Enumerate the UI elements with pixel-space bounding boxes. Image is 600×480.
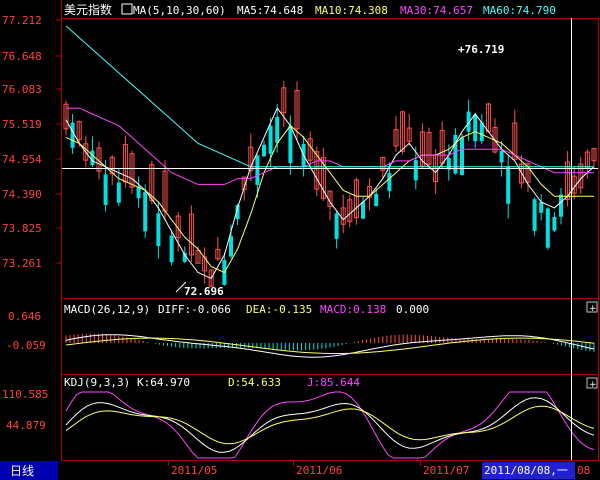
candle-body: [552, 217, 557, 231]
high-marker: +76.719: [458, 43, 504, 56]
y-tick-label: 73.261: [2, 257, 42, 270]
kdj-k-line: [65, 397, 595, 453]
y-tick-label: 74.954: [2, 153, 42, 166]
candle-body: [334, 213, 339, 239]
ma5-value: MA5:74.648: [237, 4, 303, 17]
kdj-j: J:85.644: [307, 376, 360, 389]
kdj-lines: [65, 391, 595, 459]
y-tick-label: 74.390: [2, 188, 42, 201]
kdj-k: K:64.970: [137, 376, 190, 389]
y-tick-label: 77.212: [2, 14, 42, 27]
cursor-date: 2011/08/08,一: [484, 464, 568, 477]
candle-body: [169, 235, 174, 263]
candle-body: [506, 166, 511, 204]
plus-icon: +: [589, 304, 597, 314]
kdj-y-tick: 110.585: [2, 388, 48, 401]
macd-label: MACD(26,12,9): [64, 303, 150, 316]
candle-body: [532, 199, 537, 231]
candle-body: [374, 193, 379, 207]
candlestick-series: [63, 81, 597, 288]
macd-diff: DIFF:-0.066: [158, 303, 231, 316]
kdj-label: KDJ(9,3,3): [64, 376, 130, 389]
candle-body: [116, 182, 121, 203]
candle-body: [262, 144, 266, 157]
candle-body: [473, 114, 478, 142]
macd-histogram: [65, 333, 595, 352]
candle-body: [545, 208, 550, 248]
candle-body: [539, 202, 544, 213]
date-label: 2011/07: [423, 464, 469, 477]
stock-chart[interactable]: 77.212 76.648 76.083 75.519 74.954 74.39…: [0, 0, 600, 480]
macd-y-tick: 0.646: [8, 310, 41, 323]
y-tick-label: 73.825: [2, 222, 42, 235]
candle-body: [499, 150, 504, 163]
ma10-value: MA10:74.308: [315, 4, 388, 17]
ma-settings-icon[interactable]: [121, 3, 133, 15]
chart-title: 美元指数: [64, 2, 112, 17]
candle-body: [156, 213, 161, 247]
plus-icon: +: [589, 380, 597, 390]
y-tick-label: 75.519: [2, 118, 42, 131]
ma-label: MA(5,10,30,60): [133, 4, 226, 17]
cursor-date-tail: 08: [577, 464, 590, 477]
kdj-d-line: [65, 405, 595, 445]
macd-extra: 0.000: [396, 303, 429, 316]
candle-body: [446, 157, 451, 170]
candle-body: [288, 125, 293, 164]
macd-dea: DEA:-0.135: [246, 303, 312, 316]
low-marker: 72.696: [184, 285, 224, 298]
candle-body: [229, 236, 233, 257]
candle-body: [413, 160, 418, 181]
candle-body: [143, 191, 148, 232]
y-tick-label: 76.648: [2, 50, 42, 63]
macd-y-tick: -0.059: [6, 339, 46, 352]
period-tab-label: 日线: [10, 464, 34, 478]
high-value: 76.719: [465, 43, 505, 56]
price-tick-marks: [56, 19, 61, 264]
candle-body: [268, 125, 273, 154]
price-y-ticks: 77.212 76.648 76.083 75.519 74.954 74.39…: [2, 14, 42, 270]
macd-value: MACD:0.138: [320, 303, 386, 316]
date-label: 2011/06: [296, 464, 342, 477]
candle-body: [255, 155, 260, 185]
candle-body: [559, 194, 563, 217]
date-label: 2011/05: [171, 464, 217, 477]
kdj-y-tick: 44.879: [6, 419, 46, 432]
candle-body: [387, 173, 392, 191]
candle-body: [103, 174, 108, 206]
kdj-j-line: [65, 391, 595, 459]
y-tick-label: 76.083: [2, 83, 42, 96]
ma60-value: MA60:74.790: [483, 4, 556, 17]
candle-body: [460, 137, 464, 175]
candle-body: [90, 150, 95, 166]
kdj-d: D:54.633: [228, 376, 281, 389]
candle-body: [361, 201, 365, 219]
candle-body: [70, 122, 75, 148]
candle-body: [275, 117, 280, 143]
ma30-value: MA30:74.657: [400, 4, 473, 17]
